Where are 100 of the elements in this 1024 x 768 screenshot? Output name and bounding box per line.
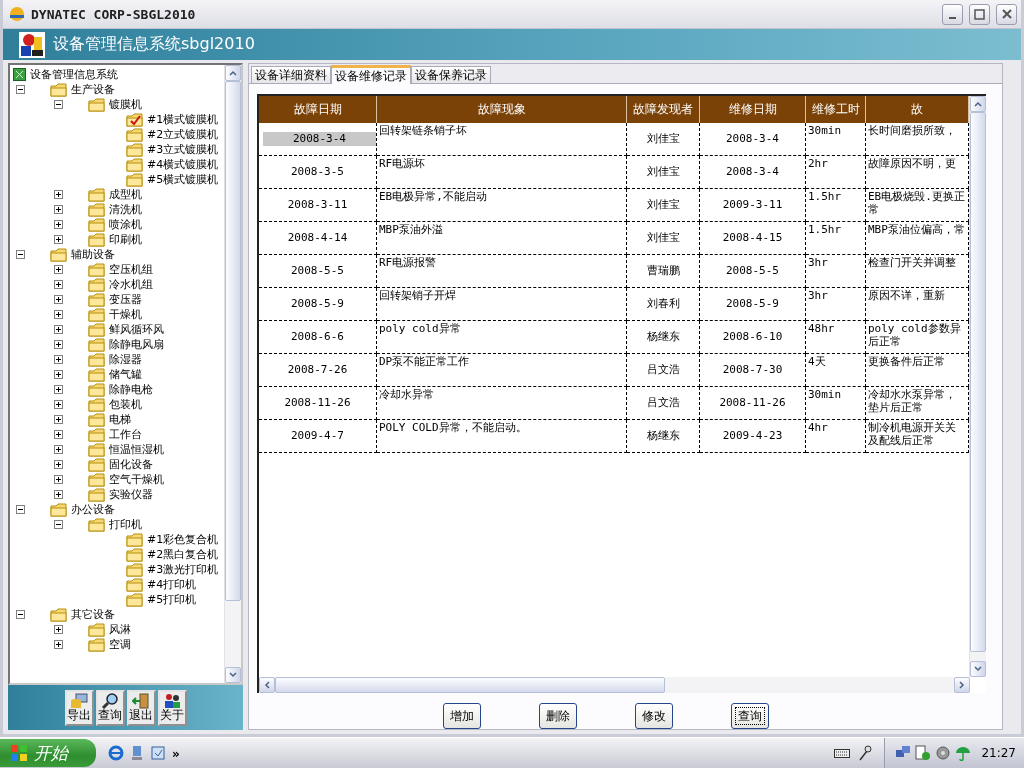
browser-icon[interactable] <box>108 745 124 761</box>
tree-item[interactable]: 成型机 <box>109 187 142 202</box>
collapse-toggle[interactable] <box>16 85 25 94</box>
tree-item[interactable]: 清洗机 <box>109 202 142 217</box>
tree-item[interactable]: 办公设备 <box>71 502 115 517</box>
table-cell[interactable]: 2008-3-4 <box>263 131 376 146</box>
speaker-icon[interactable] <box>935 745 952 761</box>
tree-item[interactable]: 设备管理信息系统 <box>30 67 118 82</box>
expand-toggle[interactable] <box>54 340 63 349</box>
tab[interactable]: 设备保养记录 <box>411 65 491 83</box>
tree-item[interactable]: #4打印机 <box>147 577 197 592</box>
maximize-button[interactable] <box>969 3 990 25</box>
table-cell[interactable]: 2008-7-26 <box>287 362 348 377</box>
expand-toggle[interactable] <box>54 430 63 439</box>
tree-item[interactable]: #5横式镀膜机 <box>147 172 219 187</box>
expand-toggle[interactable] <box>54 205 63 214</box>
tree-item[interactable]: #5打印机 <box>147 592 197 607</box>
table-cell[interactable]: 2008-11-26 <box>284 395 351 410</box>
close-button[interactable] <box>996 3 1017 25</box>
column-header[interactable]: 故 <box>866 95 969 123</box>
expand-toggle[interactable] <box>54 310 63 319</box>
expand-toggle[interactable] <box>54 295 63 304</box>
column-header[interactable]: 故障现象 <box>377 95 627 123</box>
tree-item[interactable]: #4横式镀膜机 <box>147 157 219 172</box>
tree-item[interactable]: 除湿器 <box>109 352 142 367</box>
table-cell[interactable]: 2008-3-5 <box>291 164 344 179</box>
tree-item[interactable]: 空压机组 <box>109 262 153 277</box>
tree-item[interactable]: 电梯 <box>109 412 131 427</box>
collapse-toggle[interactable] <box>54 100 63 109</box>
table-cell[interactable]: 2008-6-6 <box>291 329 344 344</box>
action-button[interactable]: 修改 <box>634 703 673 729</box>
tree-item[interactable]: 恒温恒湿机 <box>109 442 164 457</box>
tree-item[interactable]: 风淋 <box>109 622 131 637</box>
expand-toggle[interactable] <box>54 415 63 424</box>
expand-toggle[interactable] <box>54 400 63 409</box>
tree-item[interactable]: 空调 <box>109 637 131 652</box>
tree-item[interactable]: 打印机 <box>109 517 142 532</box>
tree-item[interactable]: 喷涂机 <box>109 217 142 232</box>
tree-item[interactable]: 空气干燥机 <box>109 472 164 487</box>
tree-item[interactable]: #2黑白复合机 <box>147 547 219 562</box>
tree-item[interactable]: 除静电枪 <box>109 382 153 397</box>
computer-icon[interactable] <box>130 745 144 761</box>
media-icon[interactable] <box>915 745 932 761</box>
tree-item[interactable]: 印刷机 <box>109 232 142 247</box>
tree-item[interactable]: 包装机 <box>109 397 142 412</box>
tab[interactable]: 设备详细资料 <box>251 65 331 83</box>
column-header[interactable]: 故障日期 <box>259 95 377 123</box>
expand-toggle[interactable] <box>54 190 63 199</box>
start-button[interactable]: 开始 <box>0 739 96 767</box>
tree-item[interactable]: #1彩色复合机 <box>147 532 219 547</box>
tree-item[interactable]: 冷水机组 <box>109 277 153 292</box>
tree-item[interactable]: 其它设备 <box>71 607 115 622</box>
tree-item[interactable]: 干燥机 <box>109 307 142 322</box>
tree-item[interactable]: 固化设备 <box>109 457 153 472</box>
column-header[interactable]: 故障发现者 <box>627 95 700 123</box>
tree-item[interactable]: #3激光打印机 <box>147 562 219 577</box>
expand-toggle[interactable] <box>54 475 63 484</box>
toolbar-button[interactable]: 导出 <box>64 689 94 726</box>
table-cell[interactable]: 2008-4-14 <box>287 230 348 245</box>
collapse-toggle[interactable] <box>54 520 63 529</box>
minimize-button[interactable] <box>942 3 963 25</box>
column-header[interactable]: 维修工时 <box>806 95 866 123</box>
tree-item[interactable]: 储气罐 <box>109 367 142 382</box>
tree-item[interactable]: 镀膜机 <box>109 97 142 112</box>
expand-toggle[interactable] <box>54 355 63 364</box>
expand-toggle[interactable] <box>54 385 63 394</box>
tree-item[interactable]: 工作台 <box>109 427 142 442</box>
tree-item[interactable]: 变压器 <box>109 292 142 307</box>
tree-item[interactable]: #3立式镀膜机 <box>147 142 219 157</box>
tree-item[interactable]: 实验仪器 <box>109 487 153 502</box>
table-cell[interactable]: 2008-5-5 <box>291 263 344 278</box>
tree-item[interactable]: 鲜风循环风 <box>109 322 164 337</box>
tree-item[interactable]: #2立式镀膜机 <box>147 127 219 142</box>
horizontal-scrollbar[interactable] <box>259 677 970 693</box>
table-cell[interactable]: 2008-3-11 <box>287 197 348 212</box>
action-button[interactable]: 删除 <box>538 703 577 729</box>
table-cell[interactable]: 2008-5-9 <box>291 296 344 311</box>
toolbar-button[interactable]: 关于 <box>157 689 187 726</box>
expand-toggle[interactable] <box>54 370 63 379</box>
expand-toggle[interactable] <box>54 460 63 469</box>
action-button[interactable]: 增加 <box>442 703 481 729</box>
tree-item[interactable]: 生产设备 <box>71 82 115 97</box>
expand-toggle[interactable] <box>54 445 63 454</box>
expand-toggle[interactable] <box>54 625 63 634</box>
collapse-toggle[interactable] <box>16 505 25 514</box>
tree-item[interactable]: #1横式镀膜机 <box>147 112 219 127</box>
keyboard-icon[interactable] <box>834 747 851 759</box>
collapse-toggle[interactable] <box>16 610 25 619</box>
table-cell[interactable]: 2009-4-7 <box>291 428 344 443</box>
expand-toggle[interactable] <box>54 235 63 244</box>
expand-toggle[interactable] <box>54 220 63 229</box>
tab[interactable]: 设备维修记录 <box>331 64 411 84</box>
tree-item[interactable]: 除静电风扇 <box>109 337 164 352</box>
tree-item[interactable]: 辅助设备 <box>71 247 115 262</box>
umbrella-icon[interactable] <box>955 745 972 761</box>
toolbar-button[interactable]: 退出 <box>126 689 156 726</box>
expand-toggle[interactable] <box>54 640 63 649</box>
expand-toggle[interactable] <box>54 325 63 334</box>
expand-toggle[interactable] <box>54 490 63 499</box>
action-button[interactable]: 查询 <box>730 703 769 729</box>
